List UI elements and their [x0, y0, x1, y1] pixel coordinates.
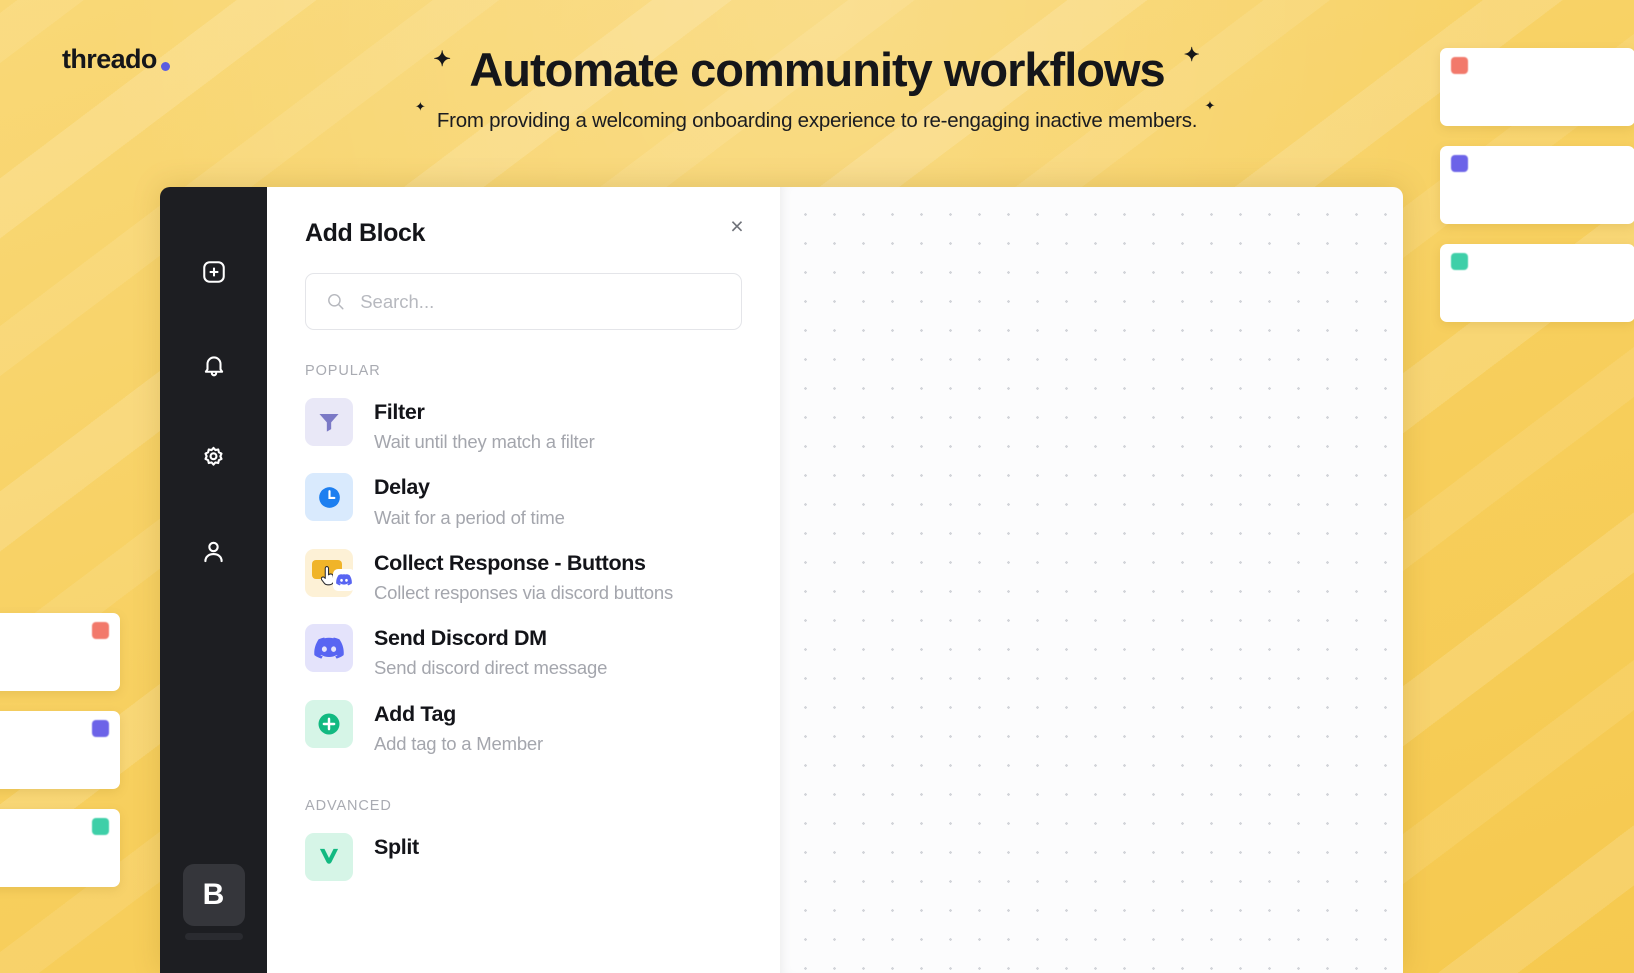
block-text: Add Tag Add tag to a Member [374, 700, 543, 755]
block-description: Wait until they match a filter [374, 431, 595, 453]
block-list: POPULAR Filter Wait until they match a fi… [305, 363, 742, 891]
hero-header: ✦ Automate community workflows ✦ ✦ From … [0, 44, 1634, 133]
section-label: POPULAR [305, 363, 381, 379]
floating-card [1440, 146, 1634, 224]
block-title: Collect Response - Buttons [374, 550, 646, 575]
avatar[interactable]: B [182, 864, 245, 926]
block-description: Send discord direct message [374, 657, 608, 679]
page-title: ✦ Automate community workflows ✦ [433, 43, 1199, 96]
block-text: Collect Response - Buttons Collect respon… [374, 549, 673, 604]
avatar-underline [184, 933, 243, 940]
sparkle-icon-left: ✦ [433, 48, 451, 71]
block-icon [305, 398, 353, 446]
search-input[interactable] [360, 290, 721, 313]
funnel-icon [319, 413, 339, 432]
sidebar-item-notifications[interactable] [192, 343, 236, 387]
block-list-item[interactable]: Send Discord DM Send discord direct messa… [305, 614, 742, 689]
block-icon [305, 699, 353, 748]
block-text: Split [374, 833, 419, 860]
card-badge-icon [92, 818, 109, 835]
block-title: Add Tag [374, 701, 456, 726]
block-list-item[interactable]: Filter Wait until they match a filter [305, 388, 742, 463]
block-list-item[interactable]: Add Tag Add tag to a Member [305, 690, 742, 765]
headline-text: Automate community workflows [469, 43, 1165, 96]
block-text: Send Discord DM Send discord direct messa… [374, 624, 607, 679]
search-field[interactable] [305, 273, 742, 330]
card-badge-icon [1451, 253, 1468, 270]
floating-card [0, 613, 120, 691]
block-description: Wait for a period of time [374, 506, 565, 528]
block-icon [305, 624, 353, 673]
close-icon[interactable]: × [724, 213, 750, 239]
sparkle-icon-right: ✦ [1183, 45, 1200, 66]
sidebar-item-settings[interactable] [192, 436, 236, 480]
panel-title: Add Block [305, 219, 426, 247]
sidebar-item-add[interactable] [192, 250, 236, 294]
block-title: Filter [374, 400, 425, 424]
app-sidebar: B [160, 187, 267, 973]
block-text: Filter Wait until they match a filter [374, 398, 595, 453]
sparkle-icon-subtitle-right: ✦ [1204, 97, 1216, 113]
card-badge-icon [1451, 155, 1468, 172]
block-icon [305, 833, 353, 882]
bell-icon [204, 356, 223, 377]
floating-card [1440, 244, 1634, 322]
clock-icon [318, 487, 340, 508]
card-badge-icon [92, 622, 109, 639]
floating-card [0, 711, 120, 789]
user-icon [204, 541, 223, 562]
gear-icon [204, 446, 223, 466]
search-icon [328, 293, 344, 310]
sparkle-icon-subtitle-left: ✦ [414, 98, 426, 114]
add-block-panel: × Add Block POPULAR Filter Wait until the… [267, 187, 780, 973]
block-list-item[interactable]: Delay Wait for a period of time [305, 463, 742, 538]
section-label: ADVANCED [305, 798, 392, 815]
block-title: Send Discord DM [374, 626, 547, 651]
button-cursor-icon [312, 559, 355, 591]
workflow-canvas[interactable] [780, 187, 1403, 973]
sidebar-item-profile[interactable] [192, 529, 236, 573]
block-list-item[interactable]: Collect Response - Buttons Collect respon… [305, 539, 742, 614]
block-description: Add tag to a Member [374, 732, 543, 754]
card-badge-icon [92, 720, 109, 737]
plus-circle-icon [318, 713, 340, 735]
discord-badge-icon [333, 568, 355, 591]
block-icon [305, 548, 355, 597]
block-description: Collect responses via discord buttons [374, 582, 674, 604]
block-list-item[interactable]: Split [305, 823, 742, 891]
split-icon [319, 848, 339, 864]
add-square-icon [202, 261, 225, 283]
block-title: Split [374, 835, 419, 860]
block-icon [305, 473, 353, 522]
discord-icon [314, 637, 344, 659]
app-window: B × Add Block POPULAR Filter Wait until t… [160, 187, 1403, 973]
floating-card [0, 809, 120, 887]
block-text: Delay Wait for a period of time [374, 473, 565, 528]
block-title: Delay [374, 475, 430, 500]
page-subtitle: ✦ From providing a welcoming onboarding … [415, 99, 1216, 133]
subhead-text: From providing a welcoming onboarding ex… [436, 108, 1198, 132]
